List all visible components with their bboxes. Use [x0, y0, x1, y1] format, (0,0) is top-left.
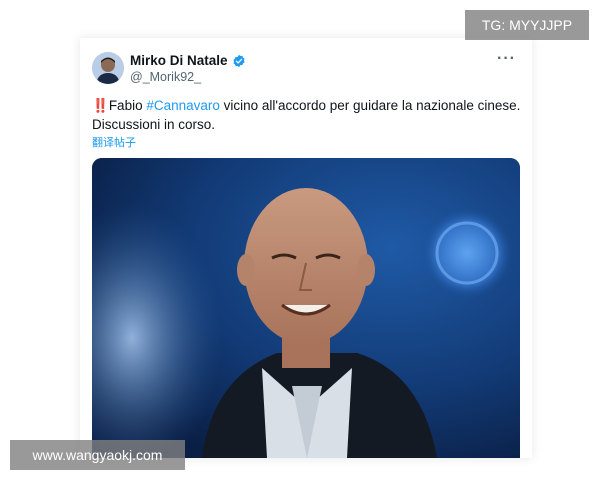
- hashtag-link[interactable]: #Cannavaro: [146, 98, 220, 113]
- site-watermark: www.wangyaokj.com: [10, 440, 185, 470]
- tweet-card[interactable]: Mirko Di Natale @_Morik92_ ··· ‼️Fabio #…: [80, 38, 532, 458]
- author-name[interactable]: Mirko Di Natale: [130, 53, 228, 68]
- photo-of-man: [92, 158, 520, 458]
- telegram-watermark: TG: MYYJJPP: [465, 10, 589, 40]
- screenshot-stage: Mirko Di Natale @_Morik92_ ··· ‼️Fabio #…: [0, 0, 600, 480]
- tweet-text-part-1: Fabio: [108, 98, 147, 113]
- translate-post-link[interactable]: 翻译帖子: [92, 134, 136, 150]
- tweet-text: ‼️Fabio #Cannavaro vicino all'accordo pe…: [92, 96, 522, 134]
- tweet-media-image[interactable]: [92, 158, 520, 458]
- author-name-row: Mirko Di Natale: [130, 53, 246, 68]
- author-handle[interactable]: @_Morik92_: [130, 70, 201, 84]
- more-options-icon[interactable]: ···: [497, 50, 516, 68]
- avatar-image: [92, 52, 124, 84]
- double-exclamation-icon: ‼️: [92, 98, 109, 113]
- verified-badge-icon: [232, 54, 245, 67]
- author-avatar[interactable]: [92, 52, 124, 84]
